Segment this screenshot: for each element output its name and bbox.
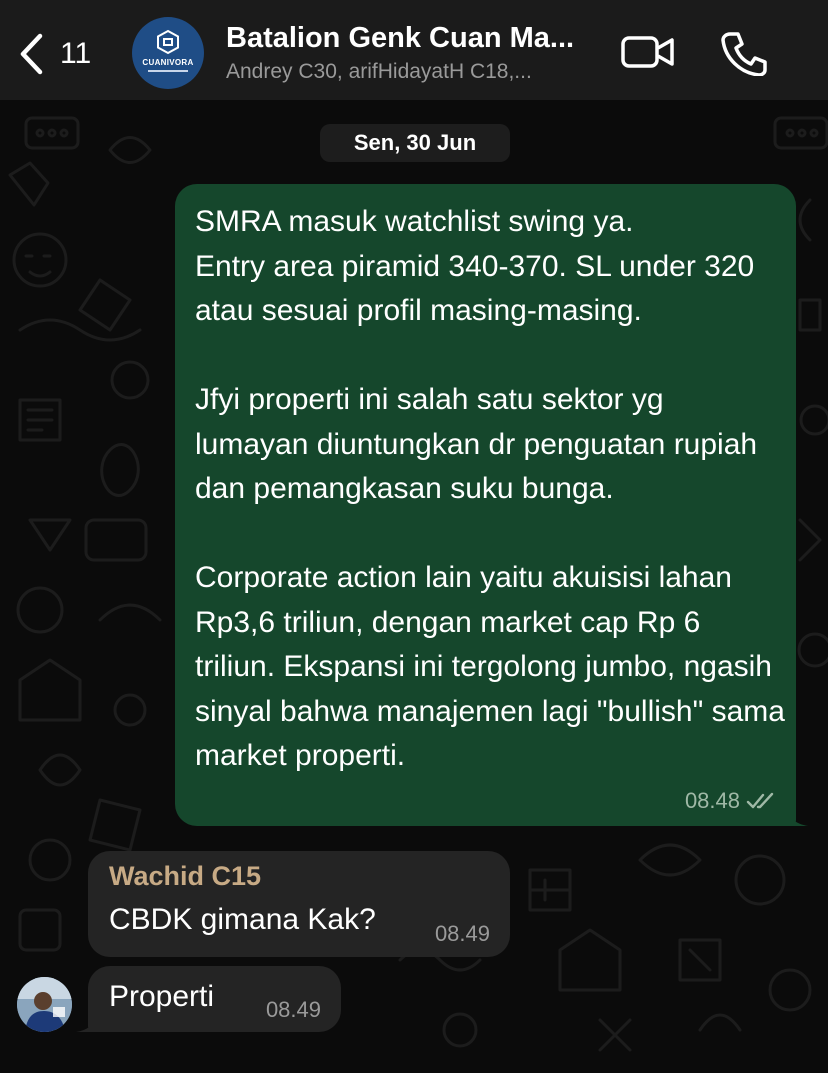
avatar-logo-subline: [132, 69, 204, 74]
incoming-message-bubble[interactable]: Properti 08.49: [76, 966, 341, 1032]
chat-title[interactable]: Batalion Genk Cuan Ma...: [226, 22, 608, 55]
message-meta: 08.48: [685, 788, 778, 814]
unread-count: 11: [60, 37, 92, 70]
bubble-tail: [76, 1012, 100, 1032]
chat-header: 11 CUANIVORA Batalion Genk Cuan Ma... An…: [0, 0, 828, 100]
outgoing-message-bubble[interactable]: SMRA masuk watchlist swing ya. Entry are…: [175, 184, 808, 826]
sender-avatar[interactable]: [17, 977, 72, 1032]
message-time: 08.49: [265, 997, 321, 1022]
chat-participants[interactable]: Andrey C30, arifHidayatH C18,...: [226, 60, 596, 84]
video-camera-icon: [621, 36, 674, 68]
message-text: SMRA masuk watchlist swing ya. Entry are…: [195, 205, 785, 772]
avatar-logo-text: CUANIVORA: [142, 58, 194, 67]
message-text: CBDK gimana Kak?: [109, 903, 376, 936]
message-time: 08.49: [434, 921, 490, 946]
phone-icon: [721, 32, 767, 77]
voice-call-button[interactable]: [720, 30, 768, 77]
avatar-photo: [17, 977, 72, 1032]
chevron-left-icon: [20, 33, 43, 75]
group-avatar[interactable]: CUANIVORA: [132, 17, 204, 89]
double-check-icon: [746, 792, 774, 809]
message-text: Properti: [109, 980, 215, 1013]
cuanivora-logo-icon: [157, 29, 179, 55]
bubble-tail: [784, 806, 808, 826]
date-separator: Sen, 30 Jun: [320, 124, 510, 162]
message-time: 08.48: [684, 788, 740, 813]
back-button[interactable]: 11: [18, 28, 108, 80]
sender-name[interactable]: Wachid C15: [109, 861, 261, 892]
incoming-message-bubble[interactable]: Wachid C15 CBDK gimana Kak? 08.49: [88, 851, 510, 957]
video-call-button[interactable]: [620, 32, 676, 72]
